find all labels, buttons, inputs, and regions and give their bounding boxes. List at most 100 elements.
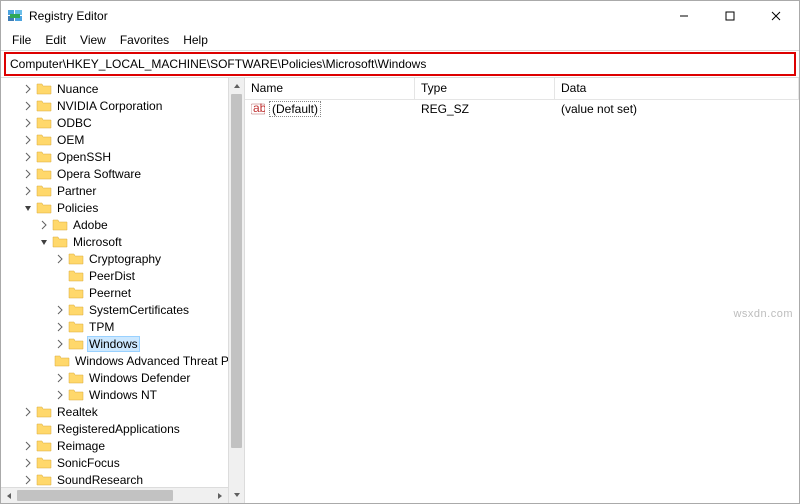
column-data[interactable]: Data [555,78,799,99]
tree-item[interactable]: Realtek [1,403,228,420]
chevron-right-icon[interactable] [53,337,67,351]
scroll-thumb[interactable] [231,94,242,448]
tree-item[interactable]: ODBC [1,114,228,131]
chevron-right-icon[interactable] [21,116,35,130]
chevron-right-icon[interactable] [21,405,35,419]
chevron-right-icon[interactable] [37,218,51,232]
chevron-right-icon [21,422,35,436]
window-title: Registry Editor [29,9,661,23]
tree-item[interactable]: Cryptography [1,250,228,267]
tree-item-label: Adobe [71,218,110,232]
tree-item-label: PeerDist [87,269,137,283]
chevron-right-icon[interactable] [53,371,67,385]
scroll-track[interactable] [17,488,212,503]
tree-item[interactable]: Nuance [1,80,228,97]
chevron-right-icon[interactable] [21,456,35,470]
chevron-right-icon [53,269,67,283]
tree-item[interactable]: Partner [1,182,228,199]
svg-text:ab: ab [253,102,265,115]
tree-item-label: Realtek [55,405,100,419]
tree-item-label: Windows Advanced Threat Prote [73,354,245,368]
tree-item[interactable]: SonicFocus [1,454,228,471]
tree-item-label: Peernet [87,286,133,300]
chevron-right-icon[interactable] [21,82,35,96]
chevron-right-icon[interactable] [21,439,35,453]
tree-item[interactable]: Windows Advanced Threat Prote [1,352,228,369]
chevron-down-icon[interactable] [37,235,51,249]
menu-favorites[interactable]: Favorites [113,31,176,49]
column-type[interactable]: Type [415,78,555,99]
chevron-right-icon[interactable] [21,99,35,113]
tree-item[interactable]: Windows NT [1,386,228,403]
menu-help[interactable]: Help [176,31,215,49]
tree-item[interactable]: Microsoft [1,233,228,250]
folder-icon [54,353,70,369]
tree-item[interactable]: Opera Software [1,165,228,182]
scroll-left-icon[interactable] [1,488,17,503]
menu-edit[interactable]: Edit [38,31,73,49]
tree-item-label: Windows NT [87,388,159,402]
window-controls [661,1,799,31]
folder-icon [36,200,52,216]
tree-item[interactable]: NVIDIA Corporation [1,97,228,114]
folder-icon [36,115,52,131]
folder-icon [36,421,52,437]
tree-item[interactable]: Adobe [1,216,228,233]
chevron-down-icon[interactable] [21,201,35,215]
folder-icon [36,166,52,182]
tree-item[interactable]: RegisteredApplications [1,420,228,437]
list-row[interactable]: ab(Default)REG_SZ(value not set) [245,100,799,118]
folder-icon [68,319,84,335]
scroll-up-icon[interactable] [229,78,244,94]
maximize-button[interactable] [707,1,753,31]
tree-horizontal-scrollbar[interactable] [1,487,228,503]
cell-data: (value not set) [555,102,799,116]
chevron-right-icon[interactable] [53,252,67,266]
chevron-right-icon[interactable] [21,150,35,164]
menu-view[interactable]: View [73,31,113,49]
minimize-button[interactable] [661,1,707,31]
tree-item[interactable]: OpenSSH [1,148,228,165]
scroll-thumb[interactable] [17,490,173,501]
folder-icon [68,370,84,386]
tree-item[interactable]: Peernet [1,284,228,301]
tree-item[interactable]: OEM [1,131,228,148]
chevron-right-icon [53,286,67,300]
tree-item[interactable]: PeerDist [1,267,228,284]
tree-item-label: SystemCertificates [87,303,191,317]
tree-item[interactable]: Windows Defender [1,369,228,386]
tree-vertical-scrollbar[interactable] [228,78,244,503]
tree-item[interactable]: Windows [1,335,228,352]
chevron-right-icon[interactable] [21,473,35,487]
chevron-right-icon[interactable] [53,388,67,402]
chevron-right-icon[interactable] [21,133,35,147]
close-button[interactable] [753,1,799,31]
tree-item[interactable]: Reimage [1,437,228,454]
scroll-down-icon[interactable] [229,487,244,503]
menu-file[interactable]: File [5,31,38,49]
tree-item[interactable]: SystemCertificates [1,301,228,318]
menu-bar: File Edit View Favorites Help [1,31,799,51]
folder-icon [68,268,84,284]
tree-item[interactable]: Policies [1,199,228,216]
address-bar[interactable]: Computer\HKEY_LOCAL_MACHINE\SOFTWARE\Pol… [5,53,795,75]
tree-item-label: Partner [55,184,98,198]
scroll-track[interactable] [229,94,244,487]
folder-icon [36,438,52,454]
chevron-right-icon[interactable] [21,184,35,198]
tree-view[interactable]: NuanceNVIDIA CorporationODBCOEMOpenSSHOp… [1,78,245,503]
app-icon [7,8,23,24]
tree-item[interactable]: TPM [1,318,228,335]
column-name[interactable]: Name [245,78,415,99]
folder-icon [36,98,52,114]
list-view[interactable]: Name Type Data ab(Default)REG_SZ(value n… [245,78,799,503]
cell-type: REG_SZ [415,102,555,116]
folder-icon [36,149,52,165]
cell-name: ab(Default) [245,101,415,117]
folder-icon [36,404,52,420]
chevron-right-icon[interactable] [53,303,67,317]
tree-item[interactable]: SoundResearch [1,471,228,488]
scroll-right-icon[interactable] [212,488,228,503]
chevron-right-icon[interactable] [21,167,35,181]
chevron-right-icon[interactable] [53,320,67,334]
